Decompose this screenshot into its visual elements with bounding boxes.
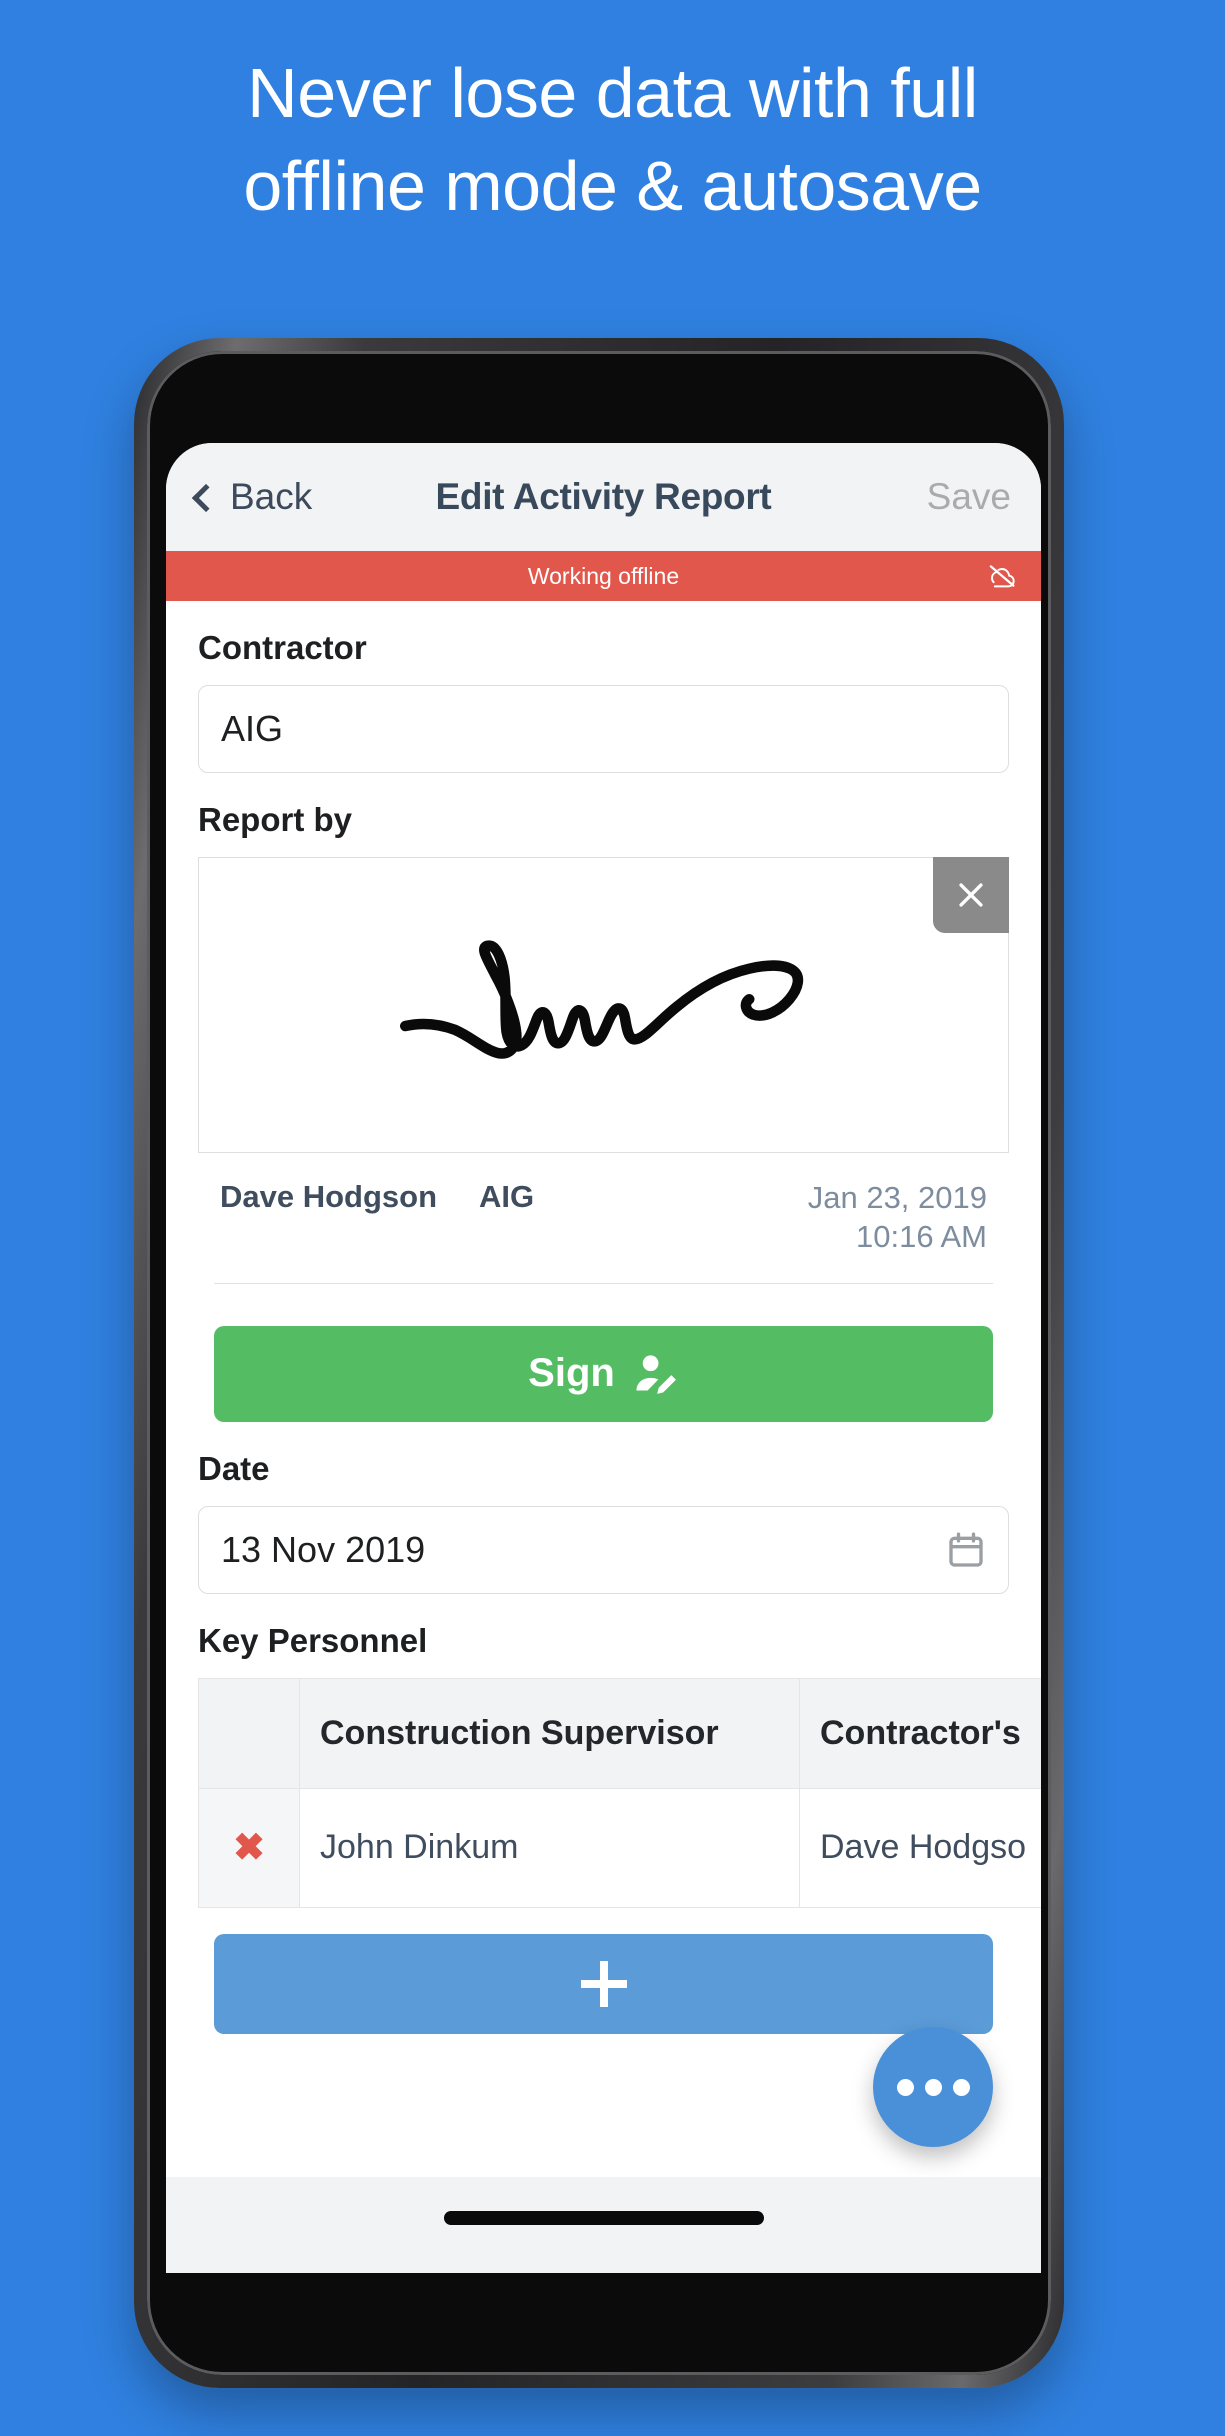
more-options-icon-dot3: [952, 2078, 970, 2096]
signature-timestamp: Jan 23, 2019 10:16 AM: [808, 1179, 987, 1257]
delete-x-icon: ✖: [233, 1827, 265, 1869]
cloud-off-icon: [989, 565, 1015, 588]
promo-screenshot: Never lose data with full offline mode &…: [0, 0, 1225, 2436]
back-button[interactable]: Back: [191, 476, 313, 518]
table-header-contractors: Contractor's: [800, 1678, 1041, 1789]
date-value: 13 Nov 2019: [221, 1528, 426, 1570]
person-edit-icon: [636, 1354, 676, 1394]
table-column-construction-supervisor: Construction Supervisor John Dinkum: [299, 1678, 799, 1907]
contractor-label: Contractor: [198, 629, 367, 666]
save-button[interactable]: Save: [927, 476, 1011, 518]
contractor-input[interactable]: AIG: [198, 685, 1009, 773]
signature-area: [198, 857, 1009, 1153]
delete-row-button[interactable]: ✖: [199, 1788, 299, 1907]
signed-date: Jan 23, 2019: [807, 1180, 987, 1215]
calendar-icon[interactable]: [946, 1530, 986, 1570]
table-cell-construction-supervisor[interactable]: John Dinkum: [300, 1788, 799, 1907]
back-button-label: Back: [230, 476, 313, 517]
home-indicator-area: [166, 2177, 1041, 2273]
signature-stroke: [399, 940, 803, 1059]
signature-meta: Dave Hodgson AIG Jan 23, 2019 10:16 AM: [214, 1153, 993, 1284]
key-personnel-table: ✖ Construction Supervisor John Dinkum Co…: [198, 1677, 1041, 1908]
more-options-icon-dot2: [924, 2078, 942, 2096]
signer-organization: AIG: [479, 1179, 535, 1214]
offline-banner: Working offline: [166, 551, 1041, 601]
key-personnel-label: Key Personnel: [198, 1621, 428, 1659]
signer-name: Dave Hodgson: [220, 1179, 438, 1214]
headline-line-2: offline mode & autosave: [243, 147, 982, 226]
signature-canvas[interactable]: [198, 857, 1009, 1153]
close-icon: [959, 883, 983, 907]
promo-headline: Never lose data with full offline mode &…: [0, 57, 1225, 226]
headline-line-1: Never lose data with full: [247, 54, 978, 132]
more-options-fab[interactable]: [873, 2027, 993, 2147]
form-body: Contractor AIG Report by Dave Hodgson AI…: [166, 629, 1041, 2034]
table-column-contractors: Contractor's Dave Hodgso: [799, 1678, 1041, 1907]
date-input[interactable]: 13 Nov 2019: [198, 1505, 1009, 1594]
clear-signature-button[interactable]: [933, 857, 1009, 933]
app-screen: Back Edit Activity Report Save Working o…: [166, 443, 1041, 2273]
table-column-actions: ✖: [199, 1678, 299, 1907]
date-label: Date: [198, 1449, 270, 1487]
more-options-icon: [896, 2078, 914, 2096]
offline-banner-label: Working offline: [527, 562, 680, 589]
add-row-button[interactable]: [214, 1933, 993, 2034]
sign-button-label: Sign: [528, 1351, 615, 1395]
contractor-value: AIG: [221, 708, 284, 749]
plus-icon: [580, 1960, 627, 2007]
table-header-actions: [199, 1678, 299, 1789]
home-indicator[interactable]: [443, 2211, 764, 2225]
report-by-label: Report by: [198, 801, 353, 838]
table-header-construction-supervisor: Construction Supervisor: [300, 1678, 799, 1789]
sign-button[interactable]: Sign: [214, 1325, 993, 1422]
table-cell-contractors[interactable]: Dave Hodgso: [800, 1788, 1041, 1907]
chevron-left-icon: [191, 483, 221, 512]
navigation-bar: Back Edit Activity Report Save: [166, 443, 1041, 551]
signed-time: 10:16 AM: [856, 1218, 987, 1254]
